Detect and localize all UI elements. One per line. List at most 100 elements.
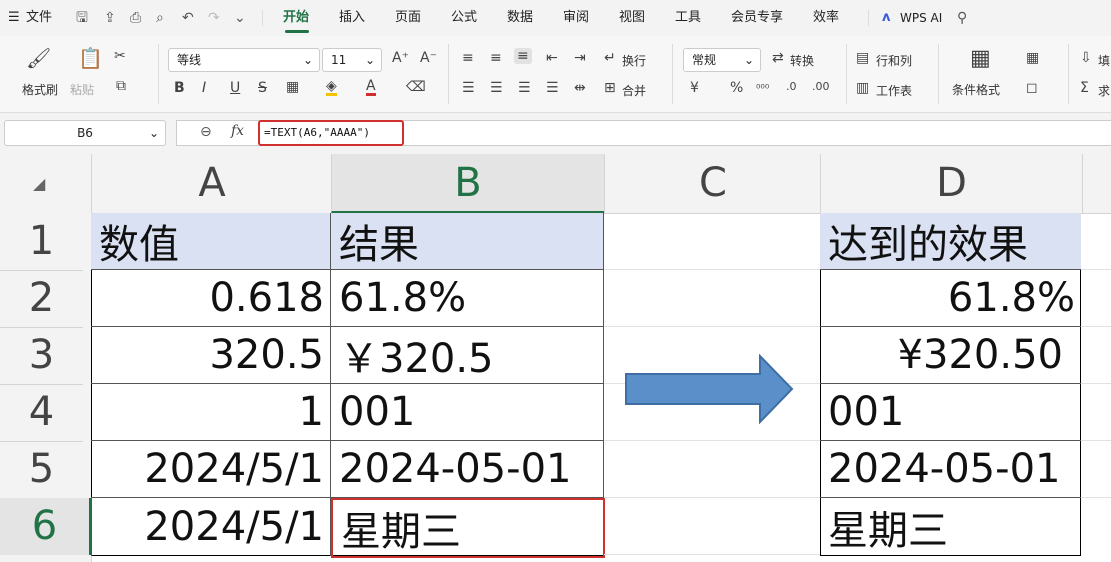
decrease-font-icon[interactable]: A⁻ (420, 50, 437, 66)
align-right-icon[interactable]: ☰ (518, 80, 531, 96)
cell-d1[interactable]: 达到的效果 (820, 213, 1081, 270)
undo-icon[interactable]: ↶ (182, 0, 194, 36)
cut-icon[interactable]: ✂ (114, 48, 126, 64)
cell-a1[interactable]: 数值 (91, 213, 331, 270)
worksheet-button[interactable]: 工作表 (876, 82, 912, 99)
fill-color-icon[interactable]: ◈ (326, 79, 337, 96)
tab-member[interactable]: 会员专享 (731, 0, 783, 36)
redo-icon[interactable]: ↷ (208, 0, 220, 36)
cell-a5[interactable]: 2024/5/1 (91, 441, 331, 498)
sum-button[interactable]: 求 (1098, 82, 1110, 99)
font-name-select[interactable]: 等线 ⌄ (168, 48, 320, 72)
column-header-b[interactable]: B (331, 154, 604, 213)
increase-indent-icon[interactable]: ⇥ (574, 50, 586, 66)
cell-a6[interactable]: 2024/5/1 (91, 498, 331, 556)
cell-d6[interactable]: 星期三 (820, 498, 1081, 556)
hamburger-icon[interactable]: ☰ (8, 0, 20, 36)
row-header-5[interactable]: 5 (0, 441, 83, 499)
fx-icon[interactable]: fx (231, 123, 244, 139)
worksheet-icon[interactable]: ▥ (856, 80, 869, 96)
align-left-icon[interactable]: ☰ (462, 80, 475, 96)
name-box[interactable]: B6 ⌄ (4, 120, 166, 146)
bold-icon[interactable]: B (174, 80, 185, 96)
sum-icon[interactable]: Σ (1080, 80, 1089, 96)
convert-icon[interactable]: ⇄ (772, 50, 784, 66)
file-menu[interactable]: 文件 (26, 0, 52, 36)
font-color-icon[interactable]: A (366, 79, 376, 96)
cell-b4[interactable]: 001 (331, 384, 604, 441)
wrap-text-button[interactable]: 换行 (622, 52, 646, 69)
format-painter-button[interactable]: 格式刷 (22, 81, 58, 98)
formula-text[interactable]: =TEXT(A6,"AAAA") (258, 120, 404, 146)
wrap-text-icon[interactable]: ↵ (604, 50, 616, 66)
cell-style-icon[interactable]: ▦ (1026, 50, 1039, 66)
border-icon[interactable]: ▦ (286, 79, 299, 95)
percent-icon[interactable]: % (730, 80, 743, 96)
right-arrow-shape[interactable] (624, 354, 796, 424)
print-preview-icon[interactable]: ⌕ (156, 0, 164, 36)
paste-button[interactable]: 粘贴 (70, 81, 94, 98)
fill-button[interactable]: 填 (1098, 52, 1110, 69)
zoom-icon[interactable]: ⊖ (200, 124, 212, 140)
convert-button[interactable]: 转换 (790, 52, 814, 69)
cell-b6-selected[interactable]: 星期三 (331, 498, 605, 558)
decrease-decimal-icon[interactable]: .00 (812, 80, 830, 93)
tab-page[interactable]: 页面 (395, 0, 421, 36)
tab-formula[interactable]: 公式 (451, 0, 477, 36)
export-icon[interactable]: ⇪ (104, 0, 116, 36)
increase-decimal-icon[interactable]: .0 (786, 80, 797, 93)
rows-cols-icon[interactable]: ▤ (856, 50, 869, 66)
column-header-c[interactable]: C (604, 154, 821, 213)
align-middle-icon[interactable]: ≡ (490, 50, 502, 66)
cell-a4[interactable]: 1 (91, 384, 331, 441)
save-icon[interactable]: 🖫 (76, 0, 88, 36)
paste-icon[interactable]: 📋 (78, 46, 103, 70)
column-header-a[interactable]: A (91, 154, 332, 213)
column-header-d[interactable]: D (820, 154, 1083, 213)
underline-icon[interactable]: U (230, 80, 240, 96)
number-format-select[interactable]: 常规 ⌄ (683, 48, 761, 72)
rows-cols-button[interactable]: 行和列 (876, 52, 912, 69)
distribute-icon[interactable]: ⇹ (574, 80, 586, 96)
table-border-icon[interactable]: ◻ (1026, 80, 1038, 96)
search-icon[interactable]: ⚲ (957, 0, 967, 36)
cell-a2[interactable]: 0.618 (91, 270, 331, 327)
cell-d3[interactable]: ¥320.50 (820, 327, 1081, 384)
cell-d2[interactable]: 61.8% (820, 270, 1081, 327)
tab-review[interactable]: 审阅 (563, 0, 589, 36)
currency-icon[interactable]: ¥ (690, 80, 699, 96)
conditional-format-button[interactable]: 条件格式 (952, 81, 1000, 98)
row-header-6[interactable]: 6 (0, 498, 91, 555)
tab-tools[interactable]: 工具 (675, 0, 701, 36)
cell-d5[interactable]: 2024-05-01 (820, 441, 1081, 498)
thousands-icon[interactable]: ⁰⁰⁰ (756, 82, 769, 95)
format-painter-icon[interactable]: 🖌 (26, 46, 51, 70)
fill-icon[interactable]: ⇩ (1080, 50, 1092, 66)
cell-b5[interactable]: 2024-05-01 (331, 441, 604, 498)
row-header-3[interactable]: 3 (0, 327, 83, 385)
conditional-format-icon[interactable]: ▦ (970, 46, 991, 71)
print-icon[interactable]: ⎙ (130, 0, 141, 36)
cell-a3[interactable]: 320.5 (91, 327, 331, 384)
merge-button[interactable]: 合并 (622, 82, 646, 99)
italic-icon[interactable]: I (202, 80, 206, 96)
clear-format-icon[interactable]: ⌫ (406, 79, 426, 95)
strikethrough-icon[interactable]: S (258, 80, 267, 96)
row-header-1[interactable]: 1 (0, 213, 83, 271)
cell-b1[interactable]: 结果 (331, 213, 604, 270)
copy-icon[interactable]: ⧉ (116, 78, 126, 94)
wps-ai-button[interactable]: WPS AI (900, 0, 942, 36)
justify-icon[interactable]: ☰ (546, 80, 559, 96)
increase-font-icon[interactable]: A⁺ (392, 50, 409, 66)
merge-icon[interactable]: ⊞ (604, 80, 616, 96)
tab-view[interactable]: 视图 (619, 0, 645, 36)
tab-insert[interactable]: 插入 (339, 0, 365, 36)
select-all-icon[interactable]: ◢ (33, 174, 45, 193)
font-size-select[interactable]: 11 ⌄ (322, 48, 382, 72)
row-header-4[interactable]: 4 (0, 384, 83, 442)
chevron-down-icon[interactable]: ⌄ (234, 0, 246, 36)
decrease-indent-icon[interactable]: ⇤ (546, 50, 558, 66)
cell-b3[interactable]: ￥320.5 (331, 327, 604, 384)
cell-b2[interactable]: 61.8% (331, 270, 604, 327)
row-header-2[interactable]: 2 (0, 270, 83, 328)
